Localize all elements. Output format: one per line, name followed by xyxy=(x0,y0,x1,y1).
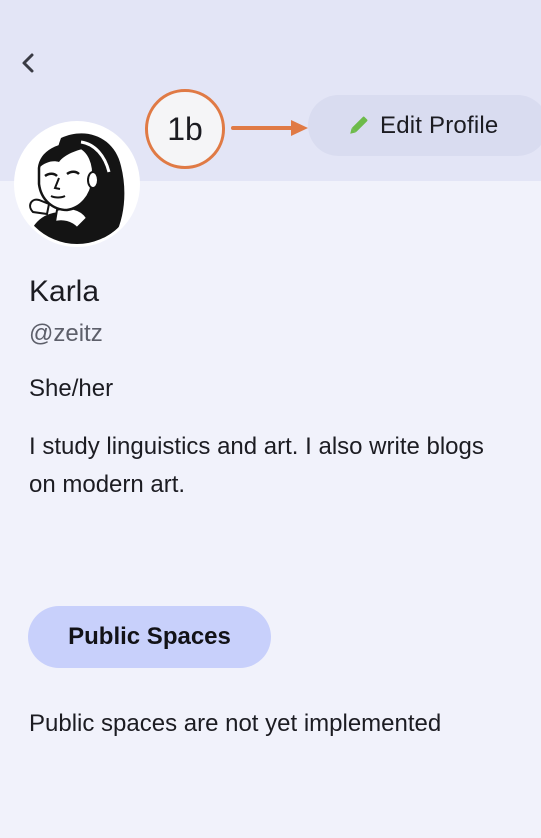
avatar[interactable] xyxy=(14,121,140,247)
edit-profile-label: Edit Profile xyxy=(380,111,499,139)
pencil-icon xyxy=(346,114,370,138)
profile-pronouns: She/her xyxy=(29,375,114,402)
annotation-arrow-icon xyxy=(231,120,308,136)
avatar-illustration xyxy=(17,124,137,244)
annotation-marker: 1b xyxy=(145,89,225,169)
profile-handle: @zeitz xyxy=(29,320,103,347)
back-button[interactable] xyxy=(14,48,42,78)
public-spaces-note: Public spaces are not yet implemented xyxy=(29,710,442,737)
profile-name: Karla xyxy=(29,275,100,308)
edit-profile-button[interactable]: Edit Profile xyxy=(308,95,541,156)
chevron-left-icon xyxy=(22,53,34,73)
profile-bio: I study linguistics and art. I also writ… xyxy=(29,433,484,498)
profile-page: Edit Profile 1b Karla @zeitz She/her I s… xyxy=(0,0,541,838)
public-spaces-button[interactable]: Public Spaces xyxy=(28,606,271,668)
